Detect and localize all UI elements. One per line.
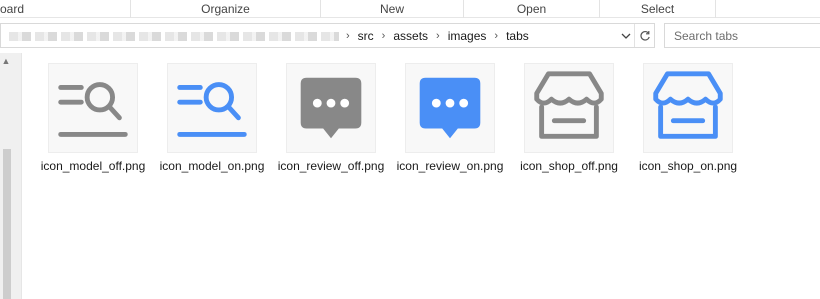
ribbon-group-labels: oard Organize New Open Select [0,0,820,18]
file-thumbnail [167,63,257,153]
address-row: › src › assets › images › tabs [0,19,820,53]
search-list-icon [58,82,128,137]
address-bar[interactable]: › src › assets › images › tabs [0,23,655,48]
breadcrumb: › src › assets › images › tabs [344,24,535,47]
file-item[interactable]: icon_review_on.png [397,63,521,191]
ribbon-group-clipboard: oard [0,0,131,18]
scroll-up-arrow-icon[interactable]: ▲ [0,55,12,67]
file-name: icon_model_on.png [159,159,265,173]
file-item[interactable]: icon_shop_on.png [639,63,759,191]
file-thumbnail [643,63,733,153]
file-name: icon_review_on.png [396,159,504,173]
breadcrumb-src[interactable]: src [352,29,380,43]
ribbon-group-organize: Organize [131,0,321,18]
chat-bubble-icon [300,77,362,139]
breadcrumb-separator[interactable]: › [434,30,442,42]
file-item[interactable]: icon_model_off.png [41,63,164,191]
breadcrumb-assets[interactable]: assets [387,29,434,43]
file-thumbnail [48,63,138,153]
breadcrumb-tabs[interactable]: tabs [500,29,535,43]
breadcrumb-separator[interactable]: › [380,30,388,42]
search-input[interactable] [665,24,820,47]
blurred-path-segment [9,32,339,41]
shop-icon [534,71,604,139]
scroll-thumb[interactable] [3,149,11,299]
file-thumbnail [524,63,614,153]
file-item[interactable]: icon_model_on.png [160,63,283,191]
breadcrumb-separator: › [346,29,350,42]
breadcrumb-images[interactable]: images [442,29,493,43]
file-item[interactable]: icon_shop_off.png [520,63,640,191]
file-name: icon_model_off.png [40,159,146,173]
search-box[interactable] [664,23,820,48]
file-item[interactable]: icon_review_off.png [278,63,402,191]
file-name: icon_shop_off.png [520,159,618,173]
file-thumbnail [286,63,376,153]
file-name: icon_shop_on.png [638,159,738,173]
refresh-icon[interactable] [634,24,655,47]
ribbon-group-open: Open [464,0,600,18]
breadcrumb-separator[interactable]: › [492,30,500,42]
chevron-down-icon[interactable] [618,24,634,47]
shop-icon [653,71,723,139]
chat-bubble-icon [419,77,481,139]
file-thumbnail [405,63,495,153]
ribbon-group-new: New [321,0,464,18]
file-name: icon_review_off.png [277,159,385,173]
search-list-icon [177,82,247,137]
navigation-pane-scrollbar[interactable]: ▲ [0,53,22,299]
ribbon-group-select: Select [600,0,716,18]
